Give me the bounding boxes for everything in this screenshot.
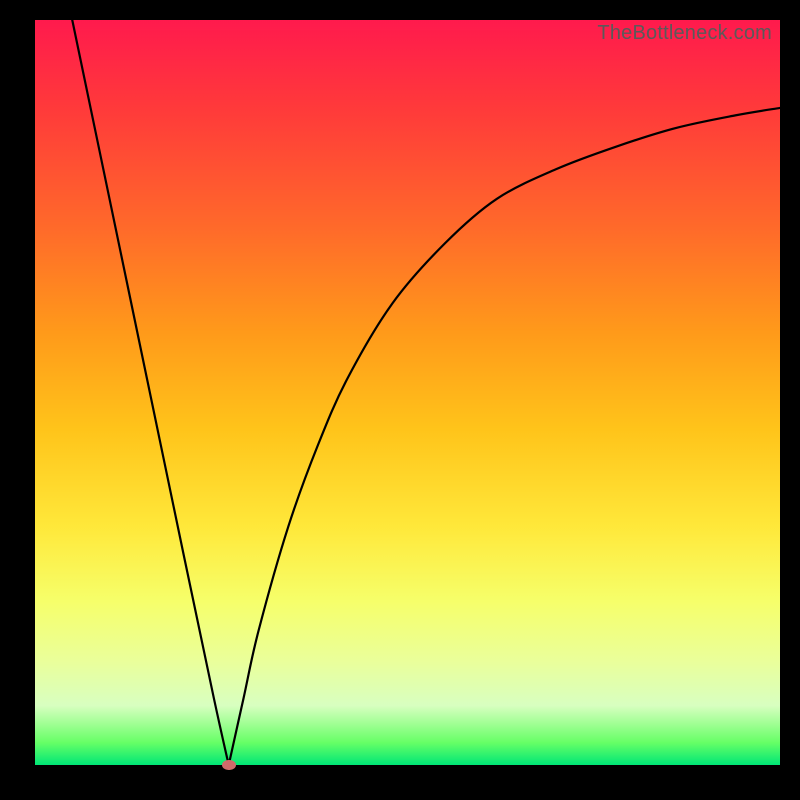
plot-area: TheBottleneck.com xyxy=(35,20,780,765)
minimum-marker xyxy=(222,760,236,770)
chart-frame: TheBottleneck.com xyxy=(0,0,800,800)
bottleneck-curve xyxy=(35,20,780,765)
